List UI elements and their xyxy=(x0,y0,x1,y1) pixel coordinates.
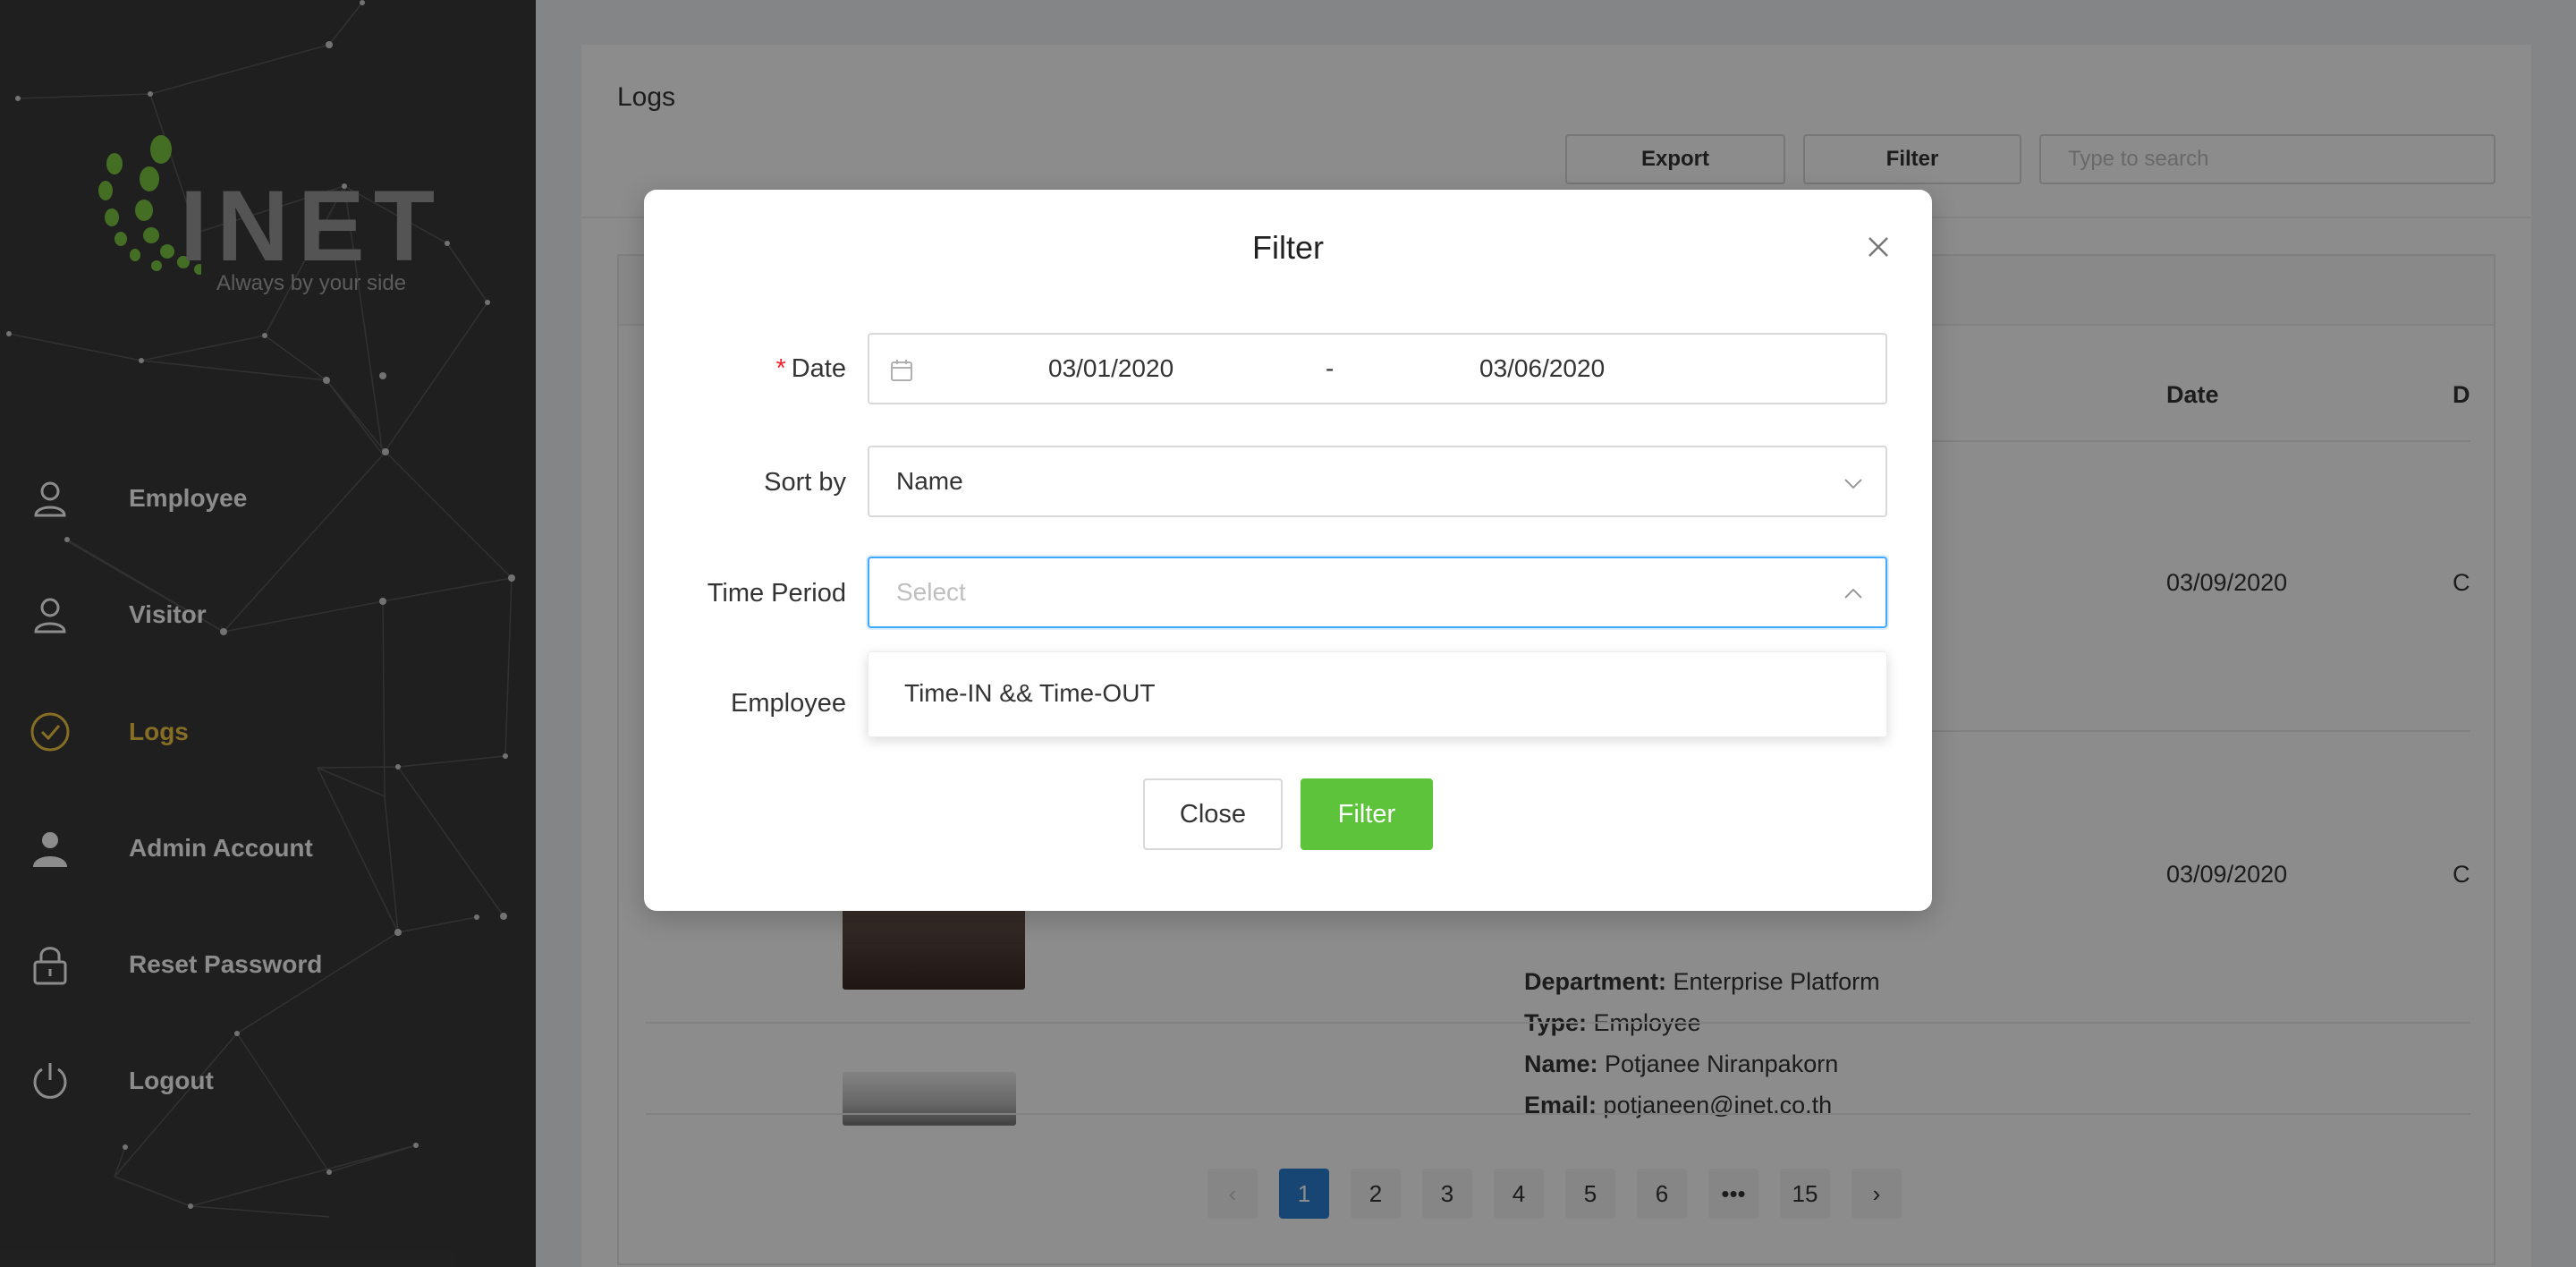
time-period-dropdown: Time-IN && Time-OUT xyxy=(868,651,1887,737)
date-end-value[interactable]: 03/06/2020 xyxy=(1479,354,1605,383)
modal-title: Filter xyxy=(1252,229,1324,266)
time-period-select[interactable]: Select xyxy=(868,557,1887,628)
required-mark: * xyxy=(775,354,786,383)
close-button[interactable]: Close xyxy=(1143,778,1283,850)
date-label-text: Date xyxy=(791,354,846,383)
time-period-placeholder: Select xyxy=(896,578,966,606)
apply-filter-button[interactable]: Filter xyxy=(1301,778,1433,850)
filter-modal: Filter * Date 03/01/2020 - 03/06/2020 Sor… xyxy=(644,190,1932,911)
sort-by-label: Sort by xyxy=(764,468,846,497)
date-start-value[interactable]: 03/01/2020 xyxy=(1048,354,1174,383)
sort-by-select[interactable]: Name xyxy=(868,446,1887,517)
sort-by-value: Name xyxy=(896,467,963,495)
close-icon[interactable] xyxy=(1862,231,1894,263)
date-separator: - xyxy=(1326,354,1335,382)
employee-label: Employee xyxy=(731,689,846,718)
calendar-icon xyxy=(891,360,912,381)
date-range-picker[interactable]: 03/01/2020 - 03/06/2020 xyxy=(868,333,1887,404)
time-period-option[interactable]: Time-IN && Time-OUT xyxy=(904,679,1156,708)
date-label: * Date xyxy=(644,354,846,384)
chevron-down-icon xyxy=(1844,479,1862,489)
time-period-label: Time Period xyxy=(707,579,846,608)
chevron-up-icon xyxy=(1844,588,1862,599)
